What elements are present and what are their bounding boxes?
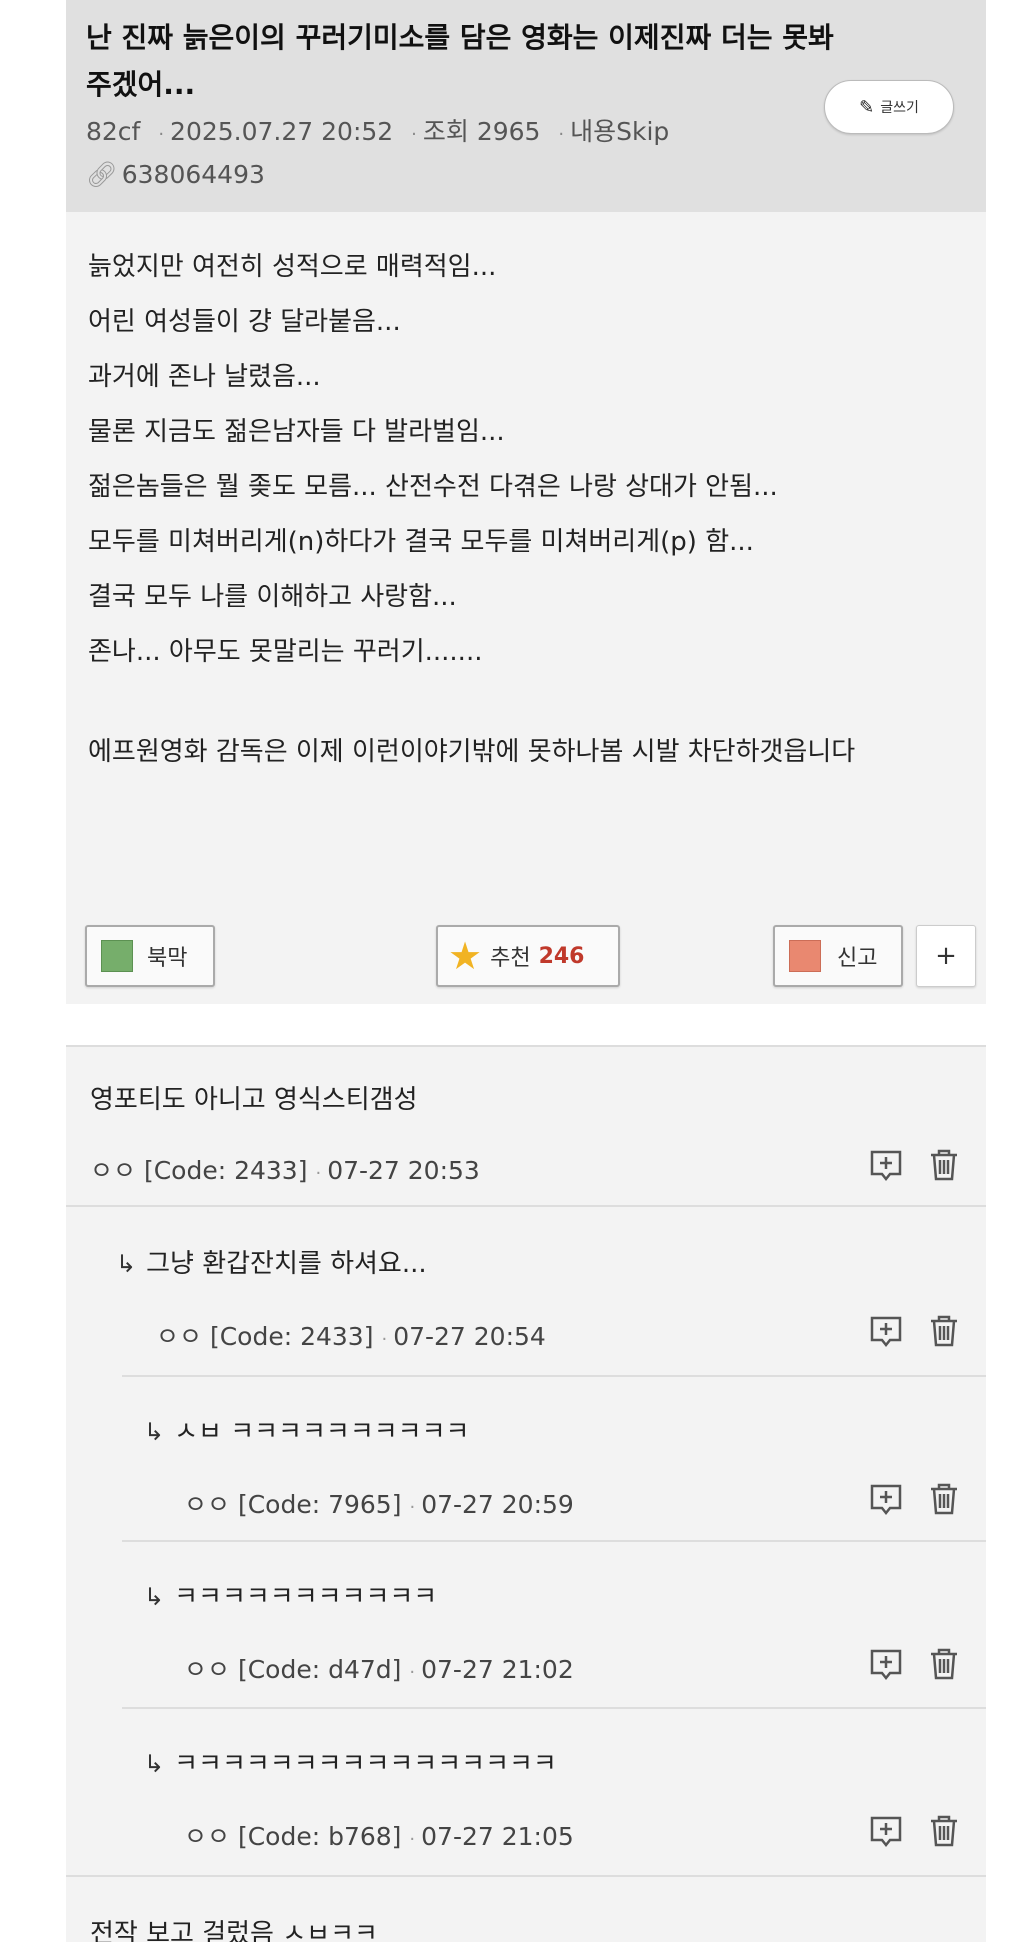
meta-separator: · — [158, 124, 165, 145]
body-line: 과거에 존나 날렸음... — [88, 362, 321, 392]
comment-time: 07-27 20:59 — [421, 1490, 574, 1519]
reply-arrow-icon: ↳ — [144, 1750, 165, 1778]
bookmark-icon — [101, 940, 133, 972]
comment-meta: ㅇㅇ [Code: 7965] · 07-27 20:59 — [184, 1485, 574, 1521]
comment-text: 영포티도 아니고 영식스티갬성 — [90, 1085, 418, 1115]
comment-actions — [868, 1481, 962, 1517]
comment-item: 전작 보고 걸렀음 ㅅㅂㅋㅋ — [66, 1877, 986, 1942]
body-line: 결국 모두 나를 이해하고 사랑함... — [88, 582, 457, 612]
post-author[interactable]: 82cf — [86, 117, 140, 146]
comment-actions — [868, 1646, 962, 1682]
post-link-id: 638064493 — [121, 160, 265, 189]
post-title: 난 진짜 늙은이의 꾸러기미소를 담은 영화는 이제진짜 더는 못봐주겠어... — [86, 21, 834, 101]
comment-text-content: ㅋㅋㅋㅋㅋㅋㅋㅋㅋㅋㅋㅋㅋㅋㅋㅋ — [174, 1749, 557, 1779]
skip-content-link[interactable]: 내용Skip — [570, 117, 669, 146]
comment-item: ↳ 그냥 환갑잔치를 하셔요... ㅇㅇ [Code: 2433] · 07-27 2… — [66, 1207, 986, 1377]
star-icon: ★ — [448, 934, 483, 978]
post: 난 진짜 늙은이의 꾸러기미소를 담은 영화는 이제진짜 더는 못봐주겠어...… — [66, 0, 986, 1004]
meta-separator: · — [409, 1662, 416, 1683]
comment-actions — [868, 1147, 962, 1183]
comment-item: ↳ ㅋㅋㅋㅋㅋㅋㅋㅋㅋㅋㅋㅋㅋㅋㅋㅋ ㅇㅇ [Code: b768] · 07-27 … — [66, 1709, 986, 1877]
report-button[interactable]: 신고 — [773, 925, 903, 987]
post-datetime: 2025.07.27 20:52 — [170, 117, 394, 146]
body-line: 어린 여성들이 걍 달라붙음... — [88, 307, 401, 337]
comment-meta: ㅇㅇ [Code: b768] · 07-27 21:05 — [184, 1817, 574, 1853]
meta-separator: · — [315, 1163, 322, 1184]
comment-actions — [868, 1813, 962, 1849]
meta-separator: · — [409, 1829, 416, 1850]
bookmark-label: 북막 — [147, 946, 188, 971]
link-icon: 🔗︎ — [86, 160, 118, 189]
comment-text-content: ㅋㅋㅋㅋㅋㅋㅋㅋㅋㅋㅋ — [174, 1582, 438, 1612]
recommend-count: 246 — [538, 943, 585, 969]
comment-author[interactable]: ㅇㅇ [Code: d47d] — [184, 1655, 401, 1684]
comment-item: 영포티도 아니고 영식스티갬성 ㅇㅇ [Code: 2433] · 07-27 20… — [66, 1047, 986, 1207]
bookmark-button[interactable]: 북막 — [85, 925, 215, 987]
report-label: 신고 — [837, 946, 878, 971]
comment-time: 07-27 21:02 — [421, 1655, 574, 1684]
post-header: 난 진짜 늙은이의 꾸러기미소를 담은 영화는 이제진짜 더는 못봐주겠어...… — [66, 0, 986, 212]
comment-text: ↳ ㅅㅂ ㅋㅋㅋㅋㅋㅋㅋㅋㅋㅋ — [144, 1411, 469, 1448]
post-views: 조회 2965 — [422, 117, 541, 146]
meta-separator: · — [411, 124, 417, 145]
comment-meta: ㅇㅇ [Code: 2433] · 07-27 20:54 — [156, 1317, 546, 1353]
trash-icon[interactable] — [926, 1813, 962, 1849]
comment-author[interactable]: ㅇㅇ [Code: 7965] — [184, 1490, 401, 1519]
comment-text-content: ㅅㅂ ㅋㅋㅋㅋㅋㅋㅋㅋㅋㅋ — [174, 1417, 470, 1447]
trash-icon[interactable] — [926, 1313, 962, 1349]
recommend-label: 추천 — [490, 946, 531, 971]
reply-comment-icon[interactable] — [868, 1813, 904, 1849]
body-line: 젊은놈들은 뭘 좆도 모름... 산전수전 다겪은 나랑 상대가 안됨... — [88, 472, 778, 502]
comment-actions — [868, 1313, 962, 1349]
body-line: 모두를 미쳐버리게(n)하다가 결국 모두를 미쳐버리게(p) 함... — [88, 527, 754, 557]
body-line: 물론 지금도 젊은남자들 다 발라벌임... — [88, 417, 505, 447]
reply-arrow-icon: ↳ — [144, 1583, 165, 1611]
comment-text: ↳ ㅋㅋㅋㅋㅋㅋㅋㅋㅋㅋㅋ — [144, 1576, 437, 1613]
write-button[interactable]: ✎ 글쓰기 — [824, 80, 954, 134]
pencil-icon: ✎ — [859, 96, 875, 118]
comment-meta: ㅇㅇ [Code: 2433] · 07-27 20:53 — [90, 1151, 480, 1187]
comment-time: 07-27 21:05 — [421, 1822, 574, 1851]
body-line: 늙었지만 여전히 성적으로 매력적임... — [88, 252, 497, 282]
comment-meta: ㅇㅇ [Code: d47d] · 07-27 21:02 — [184, 1650, 574, 1686]
trash-icon[interactable] — [926, 1481, 962, 1517]
trash-icon[interactable] — [926, 1147, 962, 1183]
comment-item: ↳ ㅅㅂ ㅋㅋㅋㅋㅋㅋㅋㅋㅋㅋ ㅇㅇ [Code: 7965] · 07-27 20:… — [66, 1377, 986, 1542]
more-button[interactable]: + — [916, 925, 976, 987]
recommend-button[interactable]: ★ 추천 246 — [436, 925, 620, 987]
post-body: 늙었지만 여전히 성적으로 매력적임... 어린 여성들이 걍 달라붙음... … — [66, 212, 986, 1004]
reply-comment-icon[interactable] — [868, 1481, 904, 1517]
comment-time: 07-27 20:53 — [327, 1156, 480, 1185]
write-button-label: 글쓰기 — [880, 100, 919, 116]
post-link[interactable]: 🔗︎ 638064493 — [86, 155, 966, 195]
reply-comment-icon[interactable] — [868, 1147, 904, 1183]
meta-separator: · — [381, 1329, 388, 1350]
comment-text: ↳ 그냥 환갑잔치를 하셔요... — [116, 1243, 427, 1280]
report-icon — [789, 940, 821, 972]
meta-separator: · — [409, 1497, 416, 1518]
body-paragraph: 에프원영화 감독은 이제 이런이야기밖에 못하나봄 시발 차단하갯읍니다 — [88, 737, 856, 767]
trash-icon[interactable] — [926, 1646, 962, 1682]
comment-author[interactable]: ㅇㅇ [Code: b768] — [184, 1822, 401, 1851]
reply-comment-icon[interactable] — [868, 1313, 904, 1349]
reply-arrow-icon: ↳ — [116, 1250, 137, 1278]
comment-text: ↳ ㅋㅋㅋㅋㅋㅋㅋㅋㅋㅋㅋㅋㅋㅋㅋㅋ — [144, 1743, 557, 1780]
comment-author[interactable]: ㅇㅇ [Code: 2433] — [156, 1322, 373, 1351]
comment-text: 전작 보고 걸렀음 ㅅㅂㅋㅋ — [90, 1919, 378, 1942]
comment-time: 07-27 20:54 — [393, 1322, 546, 1351]
comment-list: 영포티도 아니고 영식스티갬성 ㅇㅇ [Code: 2433] · 07-27 20… — [66, 1045, 986, 1942]
comment-author[interactable]: ㅇㅇ [Code: 2433] — [90, 1156, 307, 1185]
reply-arrow-icon: ↳ — [144, 1418, 165, 1446]
comment-item: ↳ ㅋㅋㅋㅋㅋㅋㅋㅋㅋㅋㅋ ㅇㅇ [Code: d47d] · 07-27 21:02 — [66, 1542, 986, 1709]
reply-comment-icon[interactable] — [868, 1646, 904, 1682]
body-line: 존나... 아무도 못말리는 꾸러기....... — [88, 637, 483, 667]
meta-separator: · — [558, 124, 565, 145]
comment-text-content: 그냥 환갑잔치를 하셔요... — [146, 1249, 427, 1279]
